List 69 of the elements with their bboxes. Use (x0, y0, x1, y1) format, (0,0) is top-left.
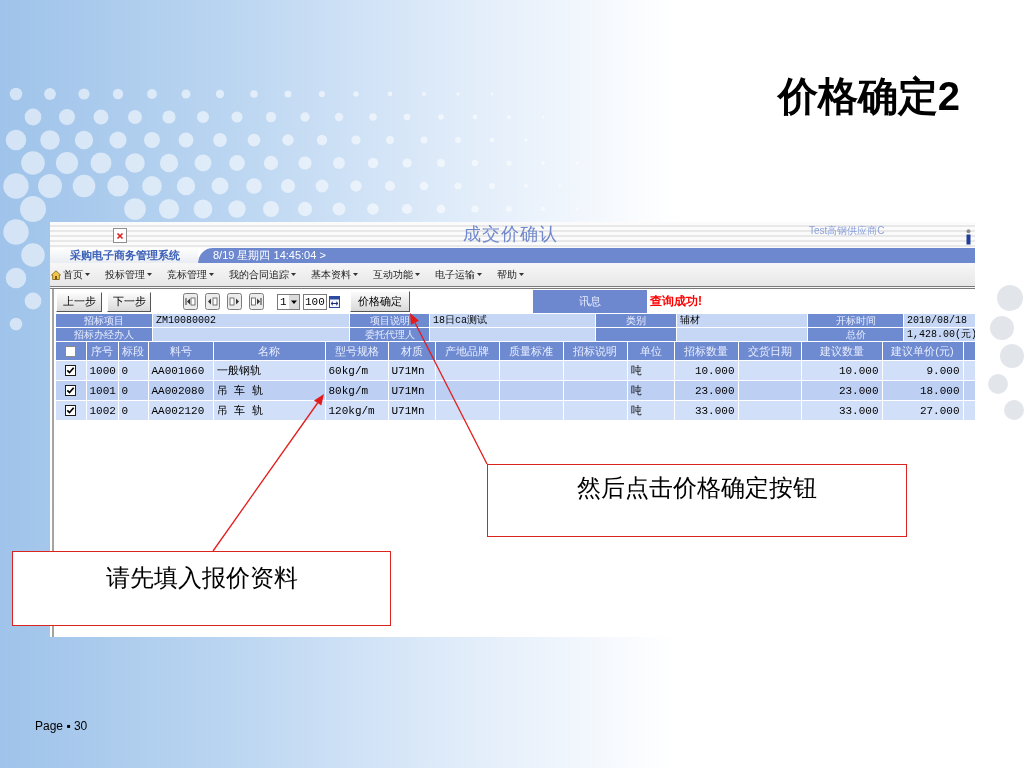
page-number: Page ▪ 30 (35, 719, 88, 733)
last-page-icon[interactable] (249, 293, 264, 310)
caret-icon (415, 273, 420, 276)
caret-icon (291, 273, 296, 276)
column-header: 材质 (388, 342, 435, 361)
date-time-bar: 8/19 星期四 14:45:04 > (198, 248, 975, 263)
column-header: 单位 (627, 342, 674, 361)
menu-item[interactable]: 投标管理 (105, 267, 152, 282)
field-value: ZM10080002 (153, 314, 349, 327)
field-label: 项目说明 (350, 314, 429, 327)
column-header: 交货日期 (738, 342, 801, 361)
confirm-price-button[interactable]: 价格确定 (350, 291, 410, 312)
checkbox[interactable] (65, 346, 77, 358)
caret-icon (477, 273, 482, 276)
column-header: 质量标准 (499, 342, 563, 361)
message-label: 讯息 (533, 290, 647, 313)
column-header: 招标说明 (563, 342, 627, 361)
callout: 然后点击价格确定按钮 (487, 464, 907, 537)
page-select[interactable]: 1 (277, 293, 300, 310)
caret-icon (209, 273, 214, 276)
checkbox[interactable] (65, 365, 77, 377)
field-label: 招标项目 (56, 314, 152, 327)
field-label: 总价 (808, 328, 903, 341)
column-header: 产地品牌 (435, 342, 499, 361)
previous-page-icon[interactable] (205, 293, 220, 310)
system-name: 采购电子商务管理系统 (50, 248, 198, 263)
column-header: 名称 (213, 342, 325, 361)
column-header: 招标数量 (674, 342, 738, 361)
next-button[interactable]: 下一步 (107, 291, 151, 312)
slide-title: 价格确定2 (777, 74, 960, 118)
field-value: 18日ca测试 (430, 314, 595, 327)
column-header: 序号 (86, 342, 118, 361)
user-name: Test高钢供应商C (809, 225, 885, 236)
info-icon[interactable] (965, 229, 972, 245)
caret-icon (353, 273, 358, 276)
window-title: 成交价确认 (463, 223, 558, 246)
field-value: 1,428.00(元) (904, 328, 975, 341)
caret-icon (85, 273, 90, 276)
column-header: 建议单价(元) (882, 342, 963, 361)
field-label: 招标办经办人 (56, 328, 152, 341)
caret-icon (519, 273, 524, 276)
menu-item[interactable]: 互动功能 (373, 267, 420, 282)
broken-image-icon (113, 228, 127, 243)
field-value: 2010/08/18 (904, 314, 975, 327)
menu-item[interactable]: 电子运输 (435, 267, 482, 282)
caret-icon (147, 273, 152, 276)
menu-item[interactable]: 竞标管理 (167, 267, 214, 282)
menu-item[interactable]: 基本资料 (311, 267, 358, 282)
field-label: 类别 (596, 314, 676, 327)
menu-item[interactable]: 首页 (51, 267, 90, 282)
column-header: 建议数量 (801, 342, 882, 361)
column-header: 型号规格 (325, 342, 388, 361)
checkbox[interactable] (65, 385, 77, 397)
page-size-field[interactable]: 100 (303, 293, 327, 310)
next-page-icon[interactable] (227, 293, 242, 310)
column-header: 料号 (148, 342, 213, 361)
first-page-icon[interactable] (183, 293, 198, 310)
field-label: 开标时间 (808, 314, 903, 327)
field-value: 辅材 (677, 314, 807, 327)
previous-button[interactable]: 上一步 (56, 291, 102, 312)
field-label: 委托代理人 (350, 328, 429, 341)
column-header: 标段 (118, 342, 148, 361)
status-message: 查询成功! (650, 293, 702, 310)
checkbox[interactable] (65, 405, 77, 417)
callout: 请先填入报价资料 (12, 551, 391, 626)
menu-item[interactable]: 我的合同追踪 (229, 267, 296, 282)
menu-item[interactable]: 帮助 (497, 267, 524, 282)
caret-icon (289, 294, 299, 309)
home-icon (51, 269, 61, 280)
